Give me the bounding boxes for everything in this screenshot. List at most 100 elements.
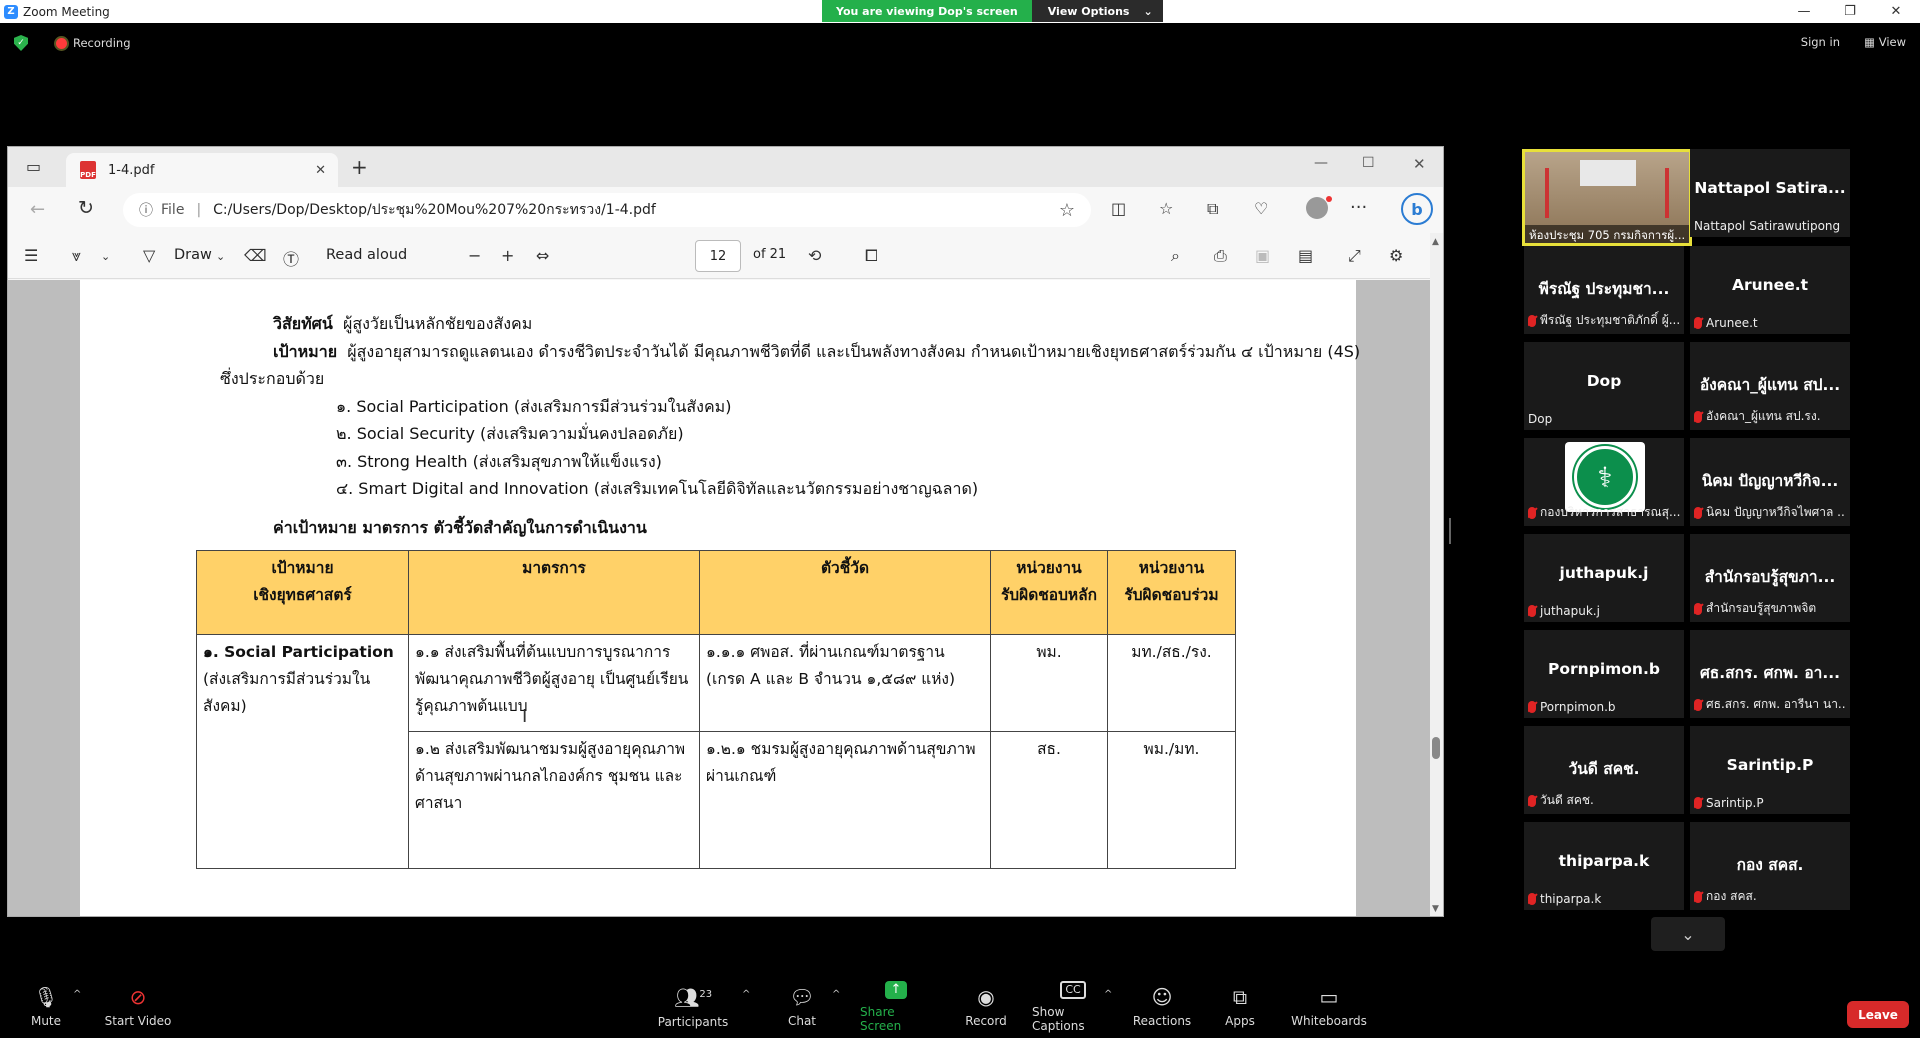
participant-tile[interactable]: วันดี สคช. วันดี สคช. xyxy=(1524,726,1684,814)
browser-close-icon[interactable]: ✕ xyxy=(1413,155,1426,173)
text-icon[interactable]: Ⓣ xyxy=(283,246,299,270)
sign-in-link[interactable]: Sign in xyxy=(1801,35,1840,49)
favorite-star-icon[interactable]: ☆ xyxy=(1059,200,1075,221)
contents-list-icon[interactable]: ☰ xyxy=(24,246,38,265)
draw-dropdown-icon[interactable]: ⌄ xyxy=(216,250,225,263)
participant-count: 23 xyxy=(699,989,713,1001)
participants-button[interactable]: 👥︎23 Participants xyxy=(658,975,729,1038)
tab-pdf[interactable]: PDF 1-4.pdf ✕ xyxy=(66,153,338,187)
back-arrow-icon[interactable]: ← xyxy=(30,199,45,220)
zoom-in-icon[interactable]: + xyxy=(501,246,514,265)
meeting-info-bar: ✓ Recording xyxy=(0,23,1920,63)
vision-text: ผู้สูงวัยเป็นหลักชัยของสังคม xyxy=(342,314,533,333)
browser-maximize-icon[interactable]: ☐ xyxy=(1362,155,1375,171)
tab-actions-icon[interactable]: ▭ xyxy=(26,157,41,176)
splitter-handle[interactable] xyxy=(1449,518,1451,544)
participant-tile[interactable]: juthapuk.j juthapuk.j xyxy=(1524,534,1684,622)
gallery-next-button[interactable]: ⌄ xyxy=(1651,917,1725,951)
show-captions-button[interactable]: CC Show Captions xyxy=(1032,975,1114,1038)
participant-tile[interactable]: Sarintip.P Sarintip.P xyxy=(1690,726,1850,814)
chat-label: Chat xyxy=(787,1013,817,1028)
settings-gear-icon[interactable]: ⚙ xyxy=(1389,246,1403,265)
participant-tile[interactable]: Nattapol Satira... Nattapol Satirawutipo… xyxy=(1690,149,1850,237)
search-icon[interactable]: ⌕ xyxy=(1171,246,1180,266)
table-heading: ค่าเป้าหมาย มาตรการ ตัวชี้วัดสำคัญในการด… xyxy=(273,518,647,537)
view-options-button[interactable]: View Options ⌄ xyxy=(1031,0,1163,22)
highlight-dropdown-icon[interactable]: ⌄ xyxy=(101,250,110,263)
muted-mic-icon xyxy=(1528,701,1536,713)
favorites-icon[interactable]: ☆ xyxy=(1159,199,1173,218)
apps-button[interactable]: ⧉ Apps xyxy=(1224,975,1256,1038)
page-number-input[interactable]: 12 xyxy=(695,240,741,272)
participants-icon: 👥︎23 xyxy=(673,985,713,1010)
restore-icon[interactable]: ❐ xyxy=(1827,0,1873,23)
record-button[interactable]: ◉ Record xyxy=(961,975,1011,1038)
erase-icon[interactable]: ⌫ xyxy=(244,246,267,265)
participant-tile[interactable]: ศธ.สกร. ศกพ. อา... ศธ.สกร. ศกพ. อารีนา น… xyxy=(1690,630,1850,718)
more-menu-icon[interactable]: ··· xyxy=(1350,197,1367,218)
browser-essentials-icon[interactable]: ♡ xyxy=(1254,199,1268,218)
leave-button[interactable]: Leave xyxy=(1847,1001,1909,1028)
audio-options-caret-icon[interactable]: ^ xyxy=(73,989,81,1000)
shield-check-icon[interactable]: ✓ xyxy=(14,35,28,51)
participant-tile[interactable]: อังคณา_ผู้แทน สป... อังคณา_ผู้แทน สป.รง. xyxy=(1690,342,1850,430)
participant-tile[interactable]: กอง สคส. กอง สคส. xyxy=(1690,822,1850,910)
save-icon[interactable]: ▣ xyxy=(1255,246,1270,265)
pdf-scrollbar[interactable]: ▲ ▼ xyxy=(1430,233,1443,916)
participant-tile[interactable]: thiparpa.k thiparpa.k xyxy=(1524,822,1684,910)
muted-mic-icon xyxy=(1694,797,1702,809)
participant-tile[interactable]: ⚕ กองบริหารการสาธารณสุ... xyxy=(1524,438,1684,526)
refresh-icon[interactable]: ↻ xyxy=(78,197,94,219)
scroll-down-icon[interactable]: ▼ xyxy=(1432,904,1439,914)
participant-label: สำนักรอบรู้สุขภาพจิต xyxy=(1706,601,1817,615)
zoom-out-icon[interactable]: − xyxy=(468,246,481,265)
chat-button[interactable]: 💬︎ Chat xyxy=(784,975,820,1038)
participant-tile[interactable]: พีรณัฐ ประทุมชา... พีรณัฐ ประทุมชาติภักด… xyxy=(1524,246,1684,334)
muted-mic-icon xyxy=(1528,506,1536,519)
draw-icon[interactable]: ▽ xyxy=(143,246,155,265)
highlight-icon[interactable]: ⩔ xyxy=(72,246,81,266)
participant-tile[interactable]: Arunee.t Arunee.t xyxy=(1690,246,1850,334)
address-bar[interactable]: ⓘ File | C:/Users/Dop/Desktop/ประชุม%20M… xyxy=(123,193,1091,227)
fit-width-icon[interactable]: ⇔ xyxy=(536,246,549,265)
close-tab-icon[interactable]: ✕ xyxy=(315,163,326,178)
share-screen-button[interactable]: ↑ Share Screen xyxy=(860,975,932,1038)
participant-name: Sarintip.P xyxy=(1726,756,1814,774)
browser-minimize-icon[interactable]: — xyxy=(1314,155,1328,171)
page-view-icon[interactable]: ⧠ xyxy=(865,246,878,266)
rotate-icon[interactable]: ⟲ xyxy=(808,246,821,265)
smiley-plus-icon: ☺ xyxy=(1151,984,1173,1009)
mute-button[interactable]: 🎙︎ Mute xyxy=(26,975,66,1038)
start-video-button[interactable]: ⊘ Start Video xyxy=(104,975,172,1038)
print-icon[interactable]: ⎙ xyxy=(1214,246,1227,266)
collections-icon[interactable]: ⧉ xyxy=(1207,199,1218,219)
read-aloud-button[interactable]: Read aloud xyxy=(326,247,407,263)
minimize-icon[interactable]: — xyxy=(1781,0,1827,23)
captions-caret-icon[interactable]: ^ xyxy=(1104,989,1112,1000)
participant-tile-active[interactable]: ห้องประชุม 705 กรมกิจการผู้... xyxy=(1522,149,1692,246)
split-screen-icon[interactable]: ◫ xyxy=(1111,199,1126,218)
bing-copilot-icon[interactable]: b xyxy=(1401,193,1433,225)
participant-tile[interactable]: สำนักรอบรู้สุขภา... สำนักรอบรู้สุขภาพจิต xyxy=(1690,534,1850,622)
draw-button[interactable]: Draw xyxy=(174,247,212,263)
close-icon[interactable]: ✕ xyxy=(1873,0,1919,23)
reactions-label: Reactions xyxy=(1132,1013,1192,1028)
reactions-button[interactable]: ☺ Reactions xyxy=(1132,975,1192,1038)
strategy-table: เป้าหมาย เชิงยุทธศาสตร์ มาตรการ ตัวชี้วัด… xyxy=(196,550,1236,869)
mute-label: Mute xyxy=(30,1013,62,1028)
chat-caret-icon[interactable]: ^ xyxy=(832,989,840,1000)
participant-tile[interactable]: Dop Dop xyxy=(1524,342,1684,430)
participants-caret-icon[interactable]: ^ xyxy=(742,989,750,1000)
pdf-page: วิสัยทัศน์ ผู้สูงวัยเป็นหลักชัยของสังคม … xyxy=(80,280,1360,916)
participant-tile[interactable]: Pornpimon.b Pornpimon.b xyxy=(1524,630,1684,718)
participant-name: สำนักรอบรู้สุขภา... xyxy=(1704,568,1836,586)
new-tab-icon[interactable]: + xyxy=(351,155,368,179)
whiteboards-button[interactable]: ▭ Whiteboards xyxy=(1291,975,1367,1038)
profile-avatar-icon[interactable] xyxy=(1306,197,1328,219)
view-button[interactable]: ▦ View xyxy=(1864,35,1906,49)
fullscreen-icon[interactable]: ⤢ xyxy=(1348,246,1361,266)
save-as-icon[interactable]: ▤ xyxy=(1298,246,1313,265)
participant-tile[interactable]: นิคม ปัญญาหวีกิจ... นิคม ปัญญาหวีกิจไพศา… xyxy=(1690,438,1850,526)
scrollbar-thumb[interactable] xyxy=(1432,737,1440,759)
scroll-up-icon[interactable]: ▲ xyxy=(1432,237,1439,247)
